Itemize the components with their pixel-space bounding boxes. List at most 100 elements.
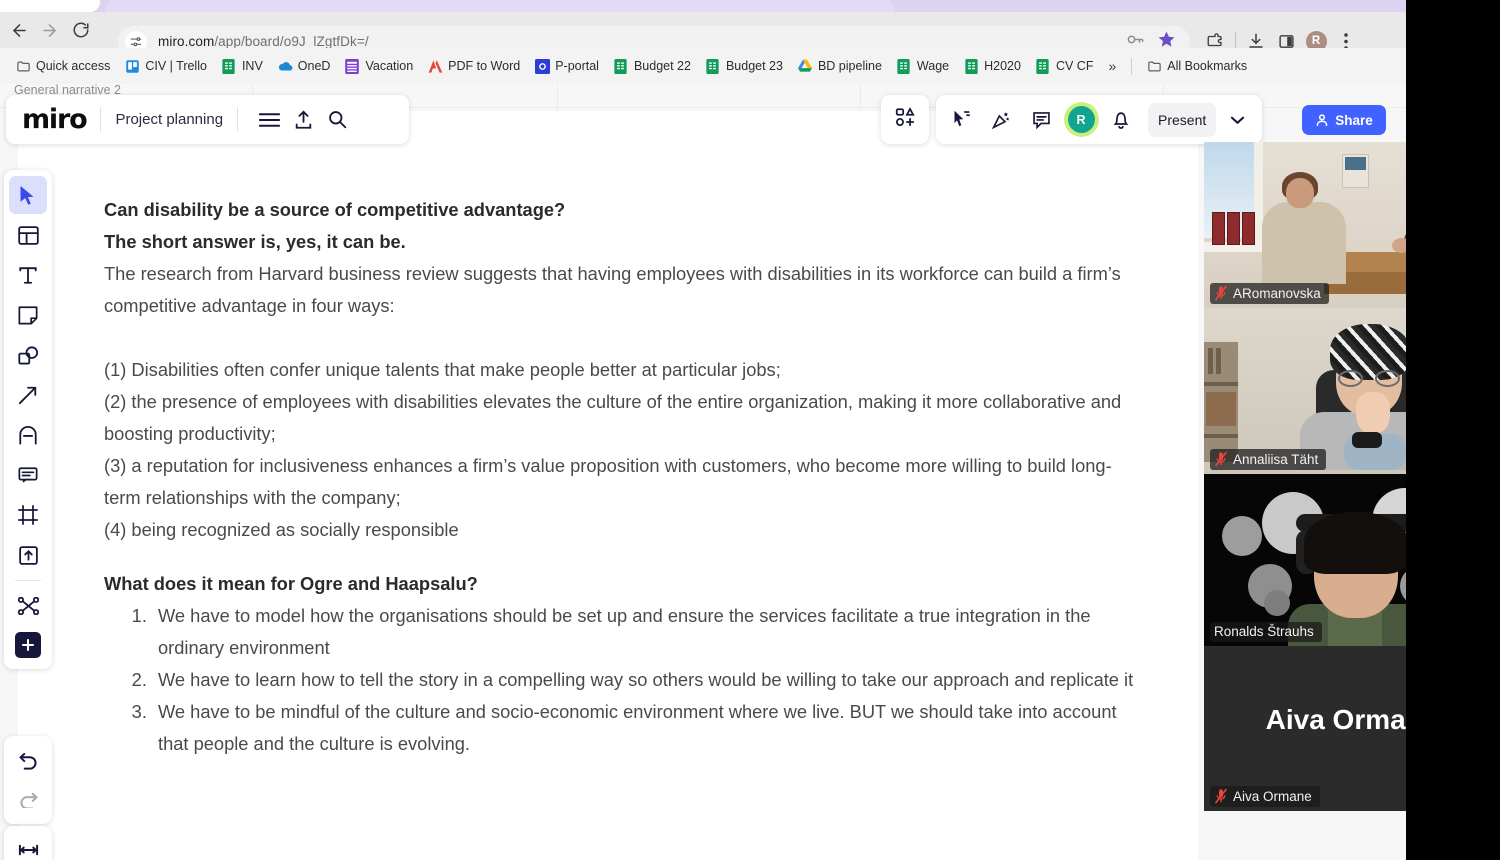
screenshot-root: miro.com/app/board/o9J_lZgtfDk=/ R Quick… xyxy=(0,0,1500,860)
board-text-block[interactable]: Can disability be a source of competitiv… xyxy=(104,194,1144,760)
celebrate-icon[interactable] xyxy=(982,101,1020,139)
undo-redo-rail xyxy=(4,736,52,824)
select-tool[interactable] xyxy=(9,176,47,214)
undo-button[interactable] xyxy=(9,742,47,780)
trello-icon xyxy=(124,58,140,74)
forward-button[interactable] xyxy=(38,19,60,41)
bookmark-label: Budget 22 xyxy=(633,59,691,73)
bookmark-h2020[interactable]: H2020 xyxy=(956,55,1028,77)
participant-nametag: Aiva Ormane xyxy=(1210,786,1320,807)
bookmark-label: OneD xyxy=(297,59,331,73)
doc-ordered-list: We have to model how the organisations s… xyxy=(130,600,1144,760)
list-item: We have to be mindful of the culture and… xyxy=(152,696,1144,760)
export-icon[interactable] xyxy=(286,103,320,137)
add-apps-button[interactable] xyxy=(881,95,929,144)
bookmark-label: BD pipeline xyxy=(817,59,882,73)
browser-tab-strip[interactable] xyxy=(0,0,1406,12)
doc-heading-3: What does it mean for Ogre and Haapsalu? xyxy=(104,573,478,594)
shapes-tool[interactable] xyxy=(9,336,47,374)
chevron-down-icon[interactable] xyxy=(1218,101,1256,139)
pen-tool[interactable] xyxy=(9,416,47,454)
participant-name: Aiva Ormane xyxy=(1233,788,1312,804)
resize-icon[interactable] xyxy=(9,831,47,860)
doc-point-2: (2) the presence of employees with disab… xyxy=(104,391,1122,444)
participant-nametag: ARomanovska xyxy=(1210,283,1329,304)
url-text: miro.com/app/board/o9J_lZgtfDk=/ xyxy=(158,34,369,49)
menu-icon[interactable] xyxy=(252,103,286,137)
resize-rail xyxy=(4,826,52,860)
doc-heading-1: Can disability be a source of competitiv… xyxy=(104,199,566,220)
bookmark-pdf-to-word[interactable]: PDF to Word xyxy=(420,55,527,77)
bookmark-inv[interactable]: INV xyxy=(214,55,270,77)
doc-point-3: (3) a reputation for inclusiveness enhan… xyxy=(104,455,1112,508)
more-apps-tool[interactable] xyxy=(15,632,41,658)
bookmark-budget-22[interactable]: Budget 22 xyxy=(606,55,698,77)
bookmark-p-portal[interactable]: P-portal xyxy=(527,55,606,77)
connector-line-tool[interactable] xyxy=(9,376,47,414)
back-button[interactable] xyxy=(8,19,30,41)
miro-logo[interactable]: miro xyxy=(22,104,88,135)
notifications-icon[interactable] xyxy=(1102,101,1140,139)
bookmark-quick-access[interactable]: Quick access xyxy=(8,55,117,77)
folder-icon xyxy=(1146,58,1162,74)
miro-collab-toolbar: R Present xyxy=(936,95,1263,144)
add-apps-icon xyxy=(894,106,916,133)
bookmark-label: CIV | Trello xyxy=(145,59,207,73)
bookmarks-bar: Quick access CIV | Trello INV OneD Vacat xyxy=(0,48,1406,84)
bookmarks-overflow-button[interactable]: » xyxy=(1100,56,1124,76)
bookmark-label: P-portal xyxy=(555,59,599,73)
url-path: /app/board/o9J_lZgtfDk=/ xyxy=(214,34,369,49)
text-tool[interactable] xyxy=(9,256,47,294)
sticky-note-tool[interactable] xyxy=(9,296,47,334)
comment-icon[interactable] xyxy=(1022,101,1060,139)
bookmark-budget-23[interactable]: Budget 23 xyxy=(698,55,790,77)
bookmark-oned[interactable]: OneD xyxy=(270,55,338,77)
sheets-icon xyxy=(963,58,979,74)
sheets-icon xyxy=(221,58,237,74)
miro-board-canvas[interactable]: General narrative 2 Can disability be a … xyxy=(0,84,1406,860)
bookmark-label: Quick access xyxy=(36,59,111,73)
bookmark-wage[interactable]: Wage xyxy=(889,55,956,77)
adobe-icon xyxy=(427,58,443,74)
tab-inactive[interactable] xyxy=(0,0,100,12)
all-bookmarks-label: All Bookmarks xyxy=(1167,59,1248,73)
list-item: We have to learn how to tell the story i… xyxy=(152,664,1144,696)
bookmark-civ-trello[interactable]: CIV | Trello xyxy=(117,55,214,77)
board-title[interactable]: Project planning xyxy=(115,111,223,128)
share-label: Share xyxy=(1335,112,1373,128)
cursor-share-icon[interactable] xyxy=(942,101,980,139)
bookmark-cv-cf[interactable]: CV CF xyxy=(1028,55,1101,77)
templates-tool[interactable] xyxy=(9,216,47,254)
frame-tool[interactable] xyxy=(9,496,47,534)
participant-name: Annaliisa Täht xyxy=(1233,451,1319,467)
sheets-icon xyxy=(613,58,629,74)
sheets-icon xyxy=(705,58,721,74)
upload-tool[interactable] xyxy=(9,536,47,574)
collaborator-avatar[interactable]: R xyxy=(1062,101,1100,139)
present-button[interactable]: Present xyxy=(1148,102,1217,137)
miro-header-bar: miro Project planning xyxy=(6,95,409,144)
participant-nametag: Annaliisa Täht xyxy=(1210,449,1327,470)
calendar-icon xyxy=(344,58,360,74)
reload-button[interactable] xyxy=(70,19,92,41)
bookmark-bd-pipeline[interactable]: BD pipeline xyxy=(790,55,889,77)
tab-active-miro[interactable] xyxy=(105,0,895,12)
avatar-initial-teal: R xyxy=(1067,106,1095,133)
person-icon xyxy=(1316,114,1328,127)
header-divider xyxy=(100,107,102,132)
bookmark-label: PDF to Word xyxy=(448,59,521,73)
bookmark-label: INV xyxy=(241,59,263,73)
bookmark-vacation[interactable]: Vacation xyxy=(337,55,420,77)
mindmap-tool[interactable] xyxy=(9,587,47,625)
onedrive-icon xyxy=(277,58,293,74)
all-bookmarks-button[interactable]: All Bookmarks xyxy=(1139,55,1254,77)
bookmark-label: H2020 xyxy=(984,59,1021,73)
search-icon[interactable] xyxy=(320,103,354,137)
bookmark-label: Budget 23 xyxy=(725,59,783,73)
comment-bubble-icon[interactable] xyxy=(9,456,47,494)
browser-toolbar: miro.com/app/board/o9J_lZgtfDk=/ R xyxy=(0,12,1406,57)
share-button[interactable]: Share xyxy=(1302,105,1386,135)
header-divider xyxy=(237,107,239,132)
rail-divider xyxy=(15,580,41,581)
redo-button[interactable] xyxy=(9,780,47,818)
